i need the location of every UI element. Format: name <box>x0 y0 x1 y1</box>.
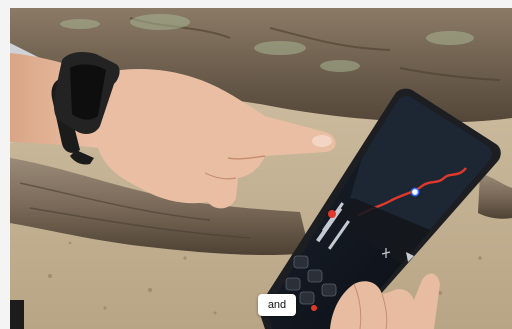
scene-photo <box>10 8 512 329</box>
video-caption: and <box>258 294 296 316</box>
jacket-edge <box>10 300 24 329</box>
video-frame: and <box>10 8 512 329</box>
location-dot <box>410 187 420 197</box>
